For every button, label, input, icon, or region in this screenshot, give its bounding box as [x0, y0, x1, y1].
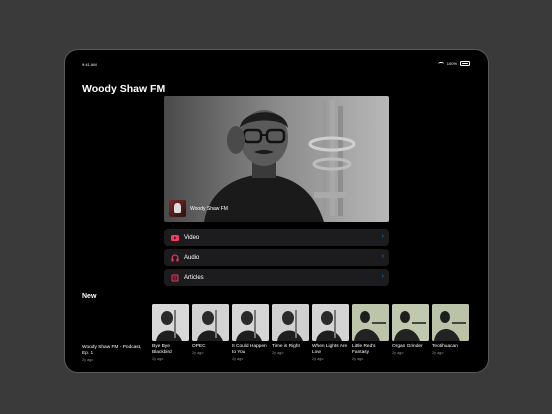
episode-date: 2y ago: [152, 357, 164, 361]
battery-icon: [460, 61, 470, 66]
ipad-screen: 9:41 AM 100% Woody Shaw FM Woody Shaw FM…: [64, 49, 489, 373]
episode-item[interactable]: Woody Shaw FM - Podcast, Ep. 1 2y ago: [82, 345, 148, 363]
episode-title: It Could Happen to You: [232, 344, 267, 355]
battery-percent: 100%: [446, 61, 457, 66]
chevron-right-icon: ›: [381, 233, 384, 240]
episode-artwork: [192, 304, 229, 341]
chevron-right-icon: ›: [381, 273, 384, 280]
episode-title: Organ Grinder: [392, 344, 423, 349]
section-title-new: New: [82, 293, 97, 300]
episode-item[interactable]: Bye Bye Blackbird 2y ago: [152, 304, 189, 361]
video-icon: [171, 234, 179, 242]
episodes-row[interactable]: Woody Shaw FM - Podcast, Ep. 1 2y ago By…: [82, 304, 488, 372]
episode-title: When Lights Are Low: [312, 344, 348, 355]
episode-artwork: [432, 304, 469, 341]
chevron-right-icon: ›: [381, 253, 384, 260]
episode-title: Time is Right: [272, 344, 300, 349]
episode-artwork: [152, 304, 189, 341]
episode-title: Bye Bye Blackbird: [152, 344, 172, 355]
episode-artwork: [352, 304, 389, 341]
episode-artwork: [392, 304, 429, 341]
page-title: Woody Shaw FM: [82, 83, 166, 95]
episode-title: OPEC: [192, 344, 206, 349]
hero-banner[interactable]: Woody Shaw FM: [164, 96, 389, 222]
status-bar: 9:41 AM 100%: [65, 50, 488, 67]
menu-item-label: Video: [184, 234, 200, 241]
menu-item-video[interactable]: Video ›: [164, 229, 389, 246]
wifi-icon: [437, 61, 444, 66]
episode-item[interactable]: Organ Grinder 2y ago: [392, 304, 429, 355]
episode-title: Woody Shaw FM - Podcast, Ep. 1: [82, 345, 142, 356]
menu-item-audio[interactable]: Audio ›: [164, 249, 389, 266]
episode-date: 2y ago: [352, 357, 364, 361]
menu-item-articles[interactable]: Articles ›: [164, 269, 389, 286]
episode-date: 2y ago: [272, 351, 284, 355]
status-time: 9:41 AM: [82, 62, 97, 67]
episode-item[interactable]: Little Red's Fantasy 2y ago: [352, 304, 389, 361]
episode-item[interactable]: When Lights Are Low 2y ago: [312, 304, 349, 361]
station-artwork: [169, 200, 186, 217]
episode-date: 2y ago: [192, 351, 204, 355]
episode-item[interactable]: Time is Right 2y ago: [272, 304, 309, 355]
episode-artwork: [272, 304, 309, 341]
episode-artwork: [232, 304, 269, 341]
episode-date: 2y ago: [82, 358, 94, 362]
episode-title: Little Red's Fantasy: [352, 344, 376, 355]
episode-title: Teotihuacan: [432, 344, 458, 349]
episode-date: 2y ago: [392, 351, 404, 355]
episode-date: 2y ago: [432, 351, 444, 355]
hero-station-name: Woody Shaw FM: [190, 205, 228, 212]
episode-item[interactable]: Teotihuacan 2y ago: [432, 304, 469, 355]
episode-date: 2y ago: [312, 357, 324, 361]
headphones-icon: [171, 254, 179, 262]
episode-artwork: [312, 304, 349, 341]
episode-date: 2y ago: [232, 357, 244, 361]
newspaper-icon: [171, 274, 179, 282]
episode-item[interactable]: It Could Happen to You 2y ago: [232, 304, 269, 361]
menu-item-label: Audio: [184, 254, 200, 261]
menu-item-label: Articles: [184, 274, 204, 281]
episode-item[interactable]: OPEC 2y ago: [192, 304, 229, 355]
